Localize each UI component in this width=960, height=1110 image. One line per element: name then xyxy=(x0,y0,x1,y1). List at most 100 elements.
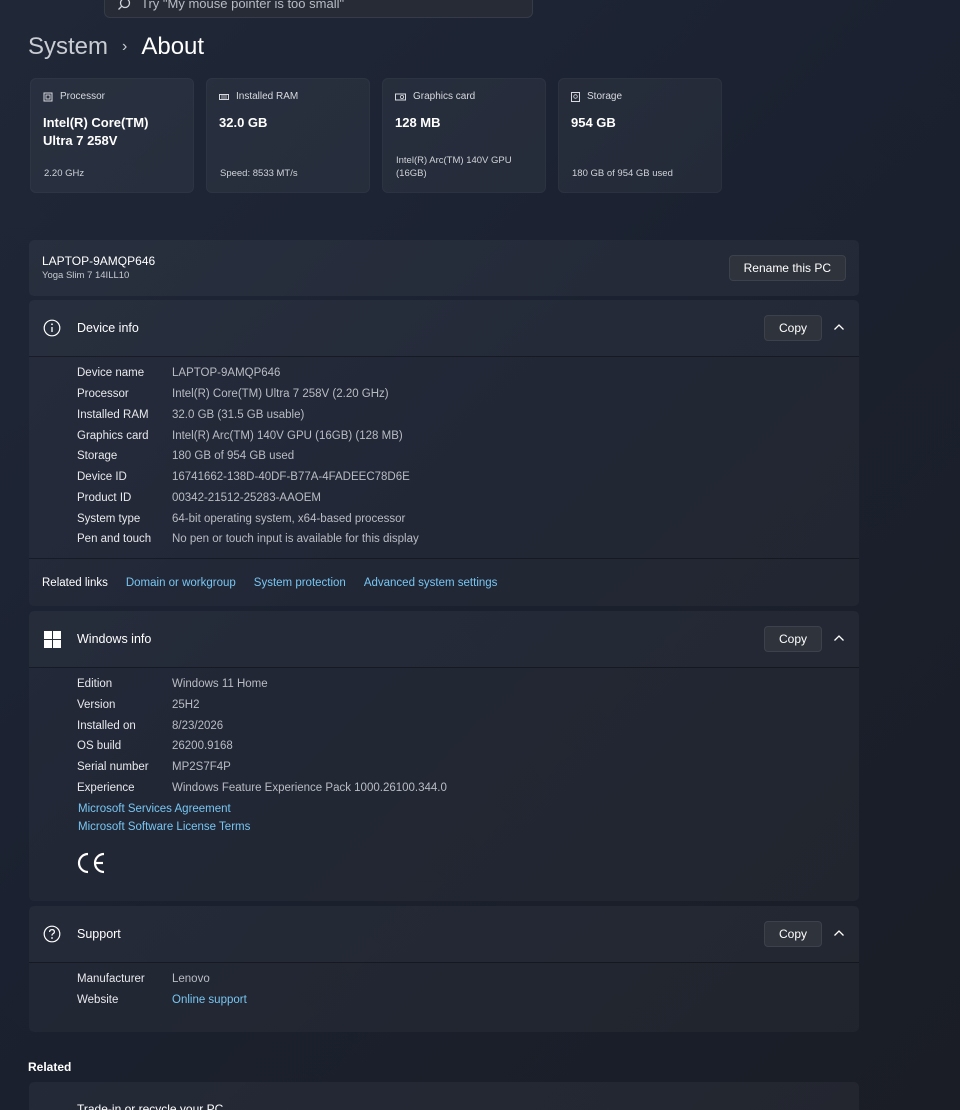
advanced-system-settings-link[interactable]: Advanced system settings xyxy=(364,577,498,589)
device-info-body: Device name LAPTOP-9AMQP646 Processor Inte… xyxy=(29,356,859,558)
device-info-row: Storage 180 GB of 954 GB used xyxy=(77,446,294,466)
spec-detail: Intel(R) Arc(TM) 140V GPU (16GB) xyxy=(396,155,512,179)
page-title: About xyxy=(141,33,205,60)
spec-label: Installed RAM xyxy=(236,91,299,102)
chevron-up-icon[interactable] xyxy=(832,320,846,334)
license-terms-link[interactable]: Microsoft Software License Terms xyxy=(78,821,250,833)
row-value: Intel(R) Core(TM) Ultra 7 258V (2.20 GHz… xyxy=(172,388,389,400)
section-title: Windows info xyxy=(77,632,152,646)
device-info-row: Device ID 16741662-138D-40DF-B77A-4FADEEC… xyxy=(77,467,410,487)
row-value: MP2S7F4P xyxy=(172,761,231,773)
windows-info-header[interactable]: Windows info Copy xyxy=(29,611,859,667)
spec-card-graphics: Graphics card 128 MB Intel(R) Arc(TM) 14… xyxy=(382,78,546,193)
device-info-row: Processor Intel(R) Core(TM) Ultra 7 258V … xyxy=(77,384,389,404)
storage-icon xyxy=(571,91,580,102)
row-value: 8/23/2026 xyxy=(172,720,224,732)
online-support-link[interactable]: Online support xyxy=(172,994,247,1006)
row-key: Pen and touch xyxy=(77,533,152,545)
device-info-row: Pen and touch No pen or touch input is av… xyxy=(77,529,419,549)
windows-info-row: OS build 26200.9168 xyxy=(77,736,233,756)
spec-card-processor: Processor Intel(R) Core(TM) Ultra 7 258V… xyxy=(30,78,194,193)
windows-logo-icon xyxy=(42,629,62,649)
services-agreement-link[interactable]: Microsoft Services Agreement xyxy=(78,803,231,815)
rename-pc-button[interactable]: Rename this PC xyxy=(728,255,846,281)
settings-search-box[interactable]: Try "My mouse pointer is too small" xyxy=(104,0,533,18)
spec-label: Graphics card xyxy=(413,91,476,102)
system-protection-link[interactable]: System protection xyxy=(254,577,346,589)
row-key: Graphics card xyxy=(77,430,149,442)
windows-info-row: Serial number MP2S7F4P xyxy=(77,757,231,777)
row-key: Website xyxy=(77,994,119,1006)
spec-detail: 2.20 GHz xyxy=(44,168,85,179)
search-placeholder: Try "My mouse pointer is too small" xyxy=(141,0,345,11)
copy-windows-info-button[interactable]: Copy xyxy=(763,626,822,652)
pc-model: Yoga Slim 7 14ILL10 xyxy=(42,270,130,281)
spec-label: Processor xyxy=(60,91,106,102)
row-value: Intel(R) Arc(TM) 140V GPU (16GB) (128 MB… xyxy=(172,430,403,442)
row-value: No pen or touch input is available for t… xyxy=(172,533,419,545)
row-value: Lenovo xyxy=(172,973,210,985)
row-key: Device ID xyxy=(77,471,127,483)
row-key: Manufacturer xyxy=(77,973,145,985)
device-info-row: Product ID 00342-21512-25283-AAOEM xyxy=(77,488,321,508)
row-key: Version xyxy=(77,699,116,711)
breadcrumb-separator: › xyxy=(122,38,128,55)
spec-detail: Speed: 8533 MT/s xyxy=(220,168,298,179)
row-key: Installed on xyxy=(77,720,136,732)
spec-card-ram: Installed RAM 32.0 GB Speed: 8533 MT/s xyxy=(206,78,370,193)
row-key: Edition xyxy=(77,678,113,690)
spec-value: 954 GB xyxy=(571,115,616,130)
related-links-label: Related links xyxy=(42,576,108,589)
services-agreement-link-row: Microsoft Services Agreement xyxy=(78,799,231,819)
spec-value: 32.0 GB xyxy=(219,115,268,130)
device-info-row: Installed RAM 32.0 GB (31.5 GB usable) xyxy=(77,405,304,425)
copy-device-info-button[interactable]: Copy xyxy=(763,315,822,341)
windows-info-row: Experience Windows Feature Experience Pac… xyxy=(77,778,447,798)
row-key: OS build xyxy=(77,740,122,752)
graphics-card-icon xyxy=(395,93,406,100)
spec-value: 128 MB xyxy=(395,115,441,130)
row-value: 25H2 xyxy=(172,699,200,711)
row-value: 16741662-138D-40DF-B77A-4FADEEC78D6E xyxy=(172,471,410,483)
device-info-header[interactable]: Device info Copy xyxy=(29,300,859,356)
support-header[interactable]: Support Copy xyxy=(29,906,859,962)
related-item-label: Trade-in or recycle your PC xyxy=(77,1102,224,1110)
row-key: Serial number xyxy=(77,761,149,773)
license-terms-link-row: Microsoft Software License Terms xyxy=(78,817,250,837)
processor-icon xyxy=(43,92,53,101)
device-info-row: Device name LAPTOP-9AMQP646 xyxy=(77,363,280,383)
row-key: Processor xyxy=(77,388,129,400)
row-key: Storage xyxy=(77,450,118,462)
row-value: 26200.9168 xyxy=(172,740,233,752)
spec-detail: 180 GB of 954 GB used xyxy=(572,168,673,179)
related-heading: Related xyxy=(28,1060,72,1074)
row-value: 32.0 GB (31.5 GB usable) xyxy=(172,409,305,421)
support-row: Manufacturer Lenovo xyxy=(77,969,210,989)
spec-label: Storage xyxy=(587,91,623,102)
row-key: System type xyxy=(77,513,141,525)
pc-name: LAPTOP-9AMQP646 xyxy=(42,254,156,268)
row-key: Device name xyxy=(77,367,145,379)
chevron-up-icon[interactable] xyxy=(832,631,846,645)
related-item-trade-in[interactable]: Trade-in or recycle your PC xyxy=(29,1082,859,1110)
breadcrumb-system[interactable]: System xyxy=(28,33,108,61)
support-body: Manufacturer Lenovo Website Online support xyxy=(29,962,859,1032)
copy-support-button[interactable]: Copy xyxy=(763,921,822,947)
spec-value: Intel(R) Core(TM) Ultra 7 258V xyxy=(43,115,149,148)
related-links-bar: Related links Domain or workgroup System… xyxy=(29,558,859,606)
row-key: Experience xyxy=(77,782,135,794)
row-key: Installed RAM xyxy=(77,409,149,421)
row-value: 180 GB of 954 GB used xyxy=(172,450,295,462)
row-value: 64-bit operating system, x64-based proce… xyxy=(172,513,406,525)
ce-mark-icon xyxy=(77,852,105,874)
chevron-up-icon[interactable] xyxy=(832,926,846,940)
search-icon xyxy=(118,0,131,10)
pc-name-panel: LAPTOP-9AMQP646 Yoga Slim 7 14ILL10 Rena… xyxy=(29,240,859,296)
spec-cards: Processor Intel(R) Core(TM) Ultra 7 258V… xyxy=(30,78,722,193)
domain-workgroup-link[interactable]: Domain or workgroup xyxy=(126,577,236,589)
ram-icon xyxy=(219,93,229,100)
section-title: Support xyxy=(77,927,121,941)
section-title: Device info xyxy=(77,321,139,335)
windows-info-body: Edition Windows 11 Home Version 25H2 Insta… xyxy=(29,667,859,901)
info-icon xyxy=(42,318,62,338)
